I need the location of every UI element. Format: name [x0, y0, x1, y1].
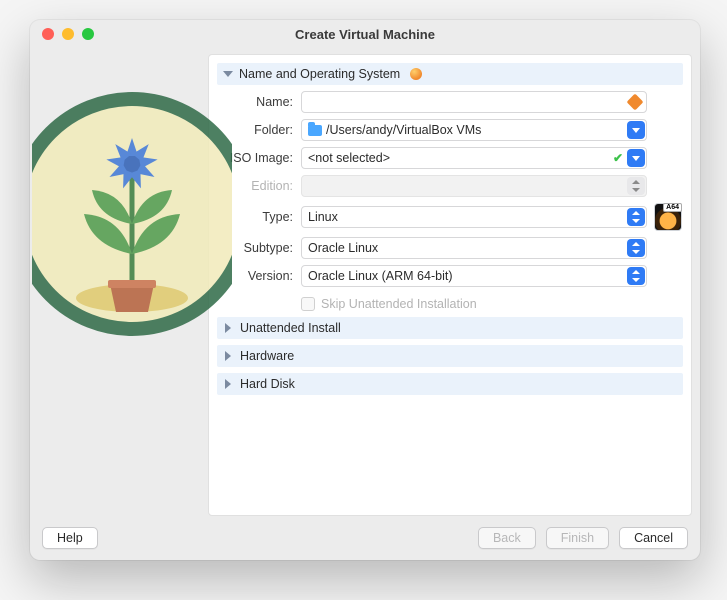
section-hardware[interactable]: Hardware — [217, 345, 683, 367]
finish-button: Finish — [546, 527, 609, 549]
section-label: Name and Operating System — [239, 67, 400, 81]
plant-illustration — [32, 84, 232, 344]
folder-icon — [308, 125, 322, 136]
iso-field-wrap: <not selected> ✔ — [301, 147, 647, 169]
edition-select — [301, 175, 647, 197]
folder-dropdown-icon[interactable] — [627, 121, 645, 139]
chevron-right-icon — [225, 379, 231, 389]
subtype-stepper-icon[interactable] — [627, 239, 645, 257]
iso-select[interactable]: <not selected> — [301, 147, 647, 169]
chevron-right-icon — [225, 351, 231, 361]
cancel-button[interactable]: Cancel — [619, 527, 688, 549]
folder-value: /Users/andy/VirtualBox VMs — [326, 123, 481, 137]
wizard-sidebar — [38, 54, 208, 516]
skip-unattended-row: Skip Unattended Installation — [301, 297, 683, 311]
version-value: Oracle Linux (ARM 64-bit) — [308, 269, 453, 283]
folder-field-wrap: /Users/andy/VirtualBox VMs — [301, 119, 647, 141]
edition-field-wrap — [301, 175, 647, 197]
type-field-wrap: Linux — [301, 206, 647, 228]
wizard-main: Name and Operating System Name: Folder: … — [208, 54, 692, 516]
name-os-form: Name: Folder: /Users/andy/VirtualBox VMs… — [217, 91, 683, 313]
type-value: Linux — [308, 210, 338, 224]
help-button[interactable]: Help — [42, 527, 98, 549]
version-stepper-icon[interactable] — [627, 267, 645, 285]
name-input[interactable] — [301, 91, 647, 113]
wizard-window: Create Virtual Machine — [30, 20, 700, 560]
os-thumbnail — [654, 203, 682, 231]
name-field-wrap — [301, 91, 647, 113]
titlebar: Create Virtual Machine — [30, 20, 700, 48]
folder-select[interactable]: /Users/andy/VirtualBox VMs — [301, 119, 647, 141]
window-title: Create Virtual Machine — [30, 27, 700, 42]
section-name-os[interactable]: Name and Operating System — [217, 63, 683, 85]
iso-value: <not selected> — [308, 151, 390, 165]
type-stepper-icon[interactable] — [627, 208, 645, 226]
version-field-wrap: Oracle Linux (ARM 64-bit) — [301, 265, 647, 287]
chevron-down-icon — [223, 71, 233, 77]
subtype-select[interactable]: Oracle Linux — [301, 237, 647, 259]
section-hard-disk[interactable]: Hard Disk — [217, 373, 683, 395]
section-label: Hard Disk — [240, 377, 295, 391]
wizard-footer: Help Back Finish Cancel — [30, 516, 700, 560]
type-select[interactable]: Linux — [301, 206, 647, 228]
edition-stepper-icon — [627, 177, 645, 195]
iso-dropdown-icon[interactable] — [627, 149, 645, 167]
back-button: Back — [478, 527, 536, 549]
section-label: Hardware — [240, 349, 294, 363]
version-select[interactable]: Oracle Linux (ARM 64-bit) — [301, 265, 647, 287]
iso-check-icon: ✔ — [613, 151, 623, 165]
subtype-value: Oracle Linux — [308, 241, 378, 255]
section-label: Unattended Install — [240, 321, 341, 335]
content-area: Name and Operating System Name: Folder: … — [30, 48, 700, 516]
skip-unattended-checkbox — [301, 297, 315, 311]
warning-icon — [410, 68, 422, 80]
skip-unattended-label: Skip Unattended Installation — [321, 297, 477, 311]
subtype-field-wrap: Oracle Linux — [301, 237, 647, 259]
section-unattended-install[interactable]: Unattended Install — [217, 317, 683, 339]
